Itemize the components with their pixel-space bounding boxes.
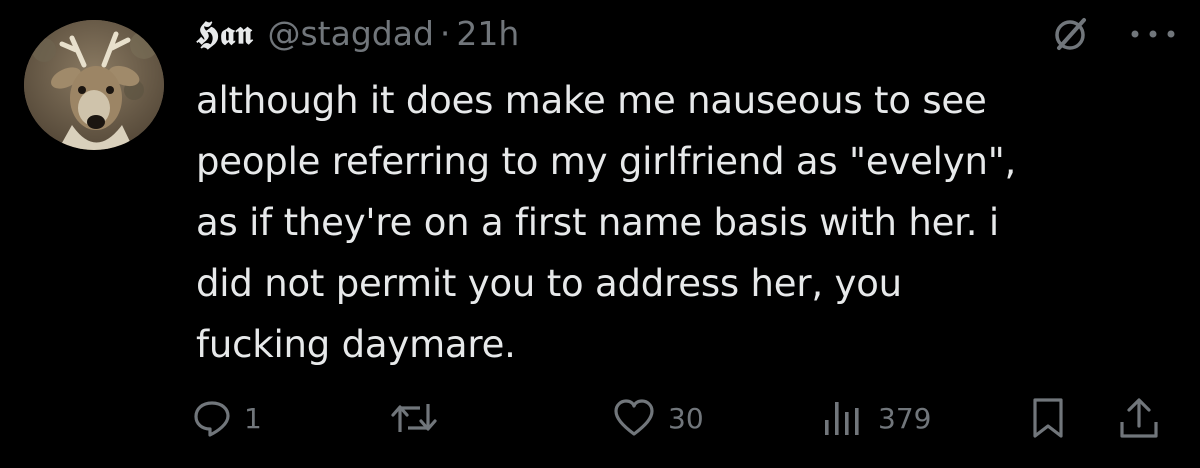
like-count: 30 [668,401,704,435]
tweet-text: although it does make me nauseous to see… [196,79,1017,366]
retweet-icon [391,404,437,432]
action-bar: 1 30 379 [0,390,1200,446]
share-button[interactable] [1118,390,1160,446]
like-button[interactable]: 30 [612,390,704,446]
share-icon [1120,398,1158,438]
more-icon[interactable] [1128,27,1178,41]
avatar[interactable] [24,20,164,150]
header-icons [1050,14,1178,54]
reply-count: 1 [244,401,262,435]
handle[interactable]: @stagdad [267,14,433,53]
bookmark-button[interactable] [1030,390,1066,446]
separator-dot: · [439,13,451,53]
analytics-icon [825,402,859,435]
reply-icon [194,401,230,437]
display-name[interactable]: 𝕳𝖆𝖓 [196,14,253,53]
bookmark-icon [1033,398,1063,438]
retweet-button[interactable] [390,390,450,446]
deer-avatar-icon [24,20,164,150]
tweet-header: 𝕳𝖆𝖓 @stagdad · 21h [196,8,519,58]
timestamp[interactable]: 21h [456,14,519,53]
reply-button[interactable]: 1 [192,390,262,446]
heart-icon [614,399,654,436]
grok-icon[interactable] [1050,14,1090,54]
views-button[interactable]: 379 [822,390,931,446]
tweet: 𝕳𝖆𝖓 @stagdad · 21h although it does make… [0,0,1200,468]
views-count: 379 [878,401,932,435]
